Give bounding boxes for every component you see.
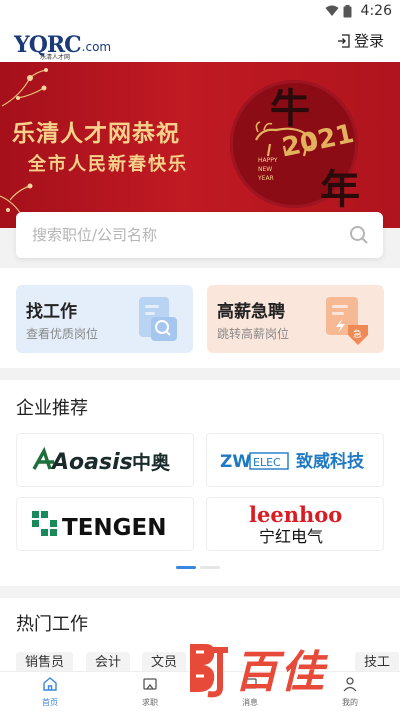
home-icon xyxy=(43,677,57,691)
nav-home-label: 首页 xyxy=(42,698,58,707)
svg-text:TENGEN: TENGEN xyxy=(62,515,167,541)
high-salary-card[interactable]: 高薪急聘 跳转高薪岗位 急 xyxy=(207,285,384,353)
logo-com: .com xyxy=(81,40,112,54)
high-salary-title: 高薪急聘 xyxy=(217,302,285,322)
svg-text:leenhoo: leenhoo xyxy=(249,502,342,527)
find-job-title: 找工作 xyxy=(26,302,77,322)
promo-banner[interactable]: 乐清人才网恭祝 全市人民新春快乐 牛 2021 HAPPY NEW YEAR 年 xyxy=(0,62,400,228)
watermark-logo-icon xyxy=(190,644,228,698)
svg-text:中奥: 中奥 xyxy=(132,451,171,474)
company-logo-tengen[interactable]: TENGEN xyxy=(16,497,194,551)
company-logo-leenhoo[interactable]: leenhoo 宁红电气 xyxy=(206,497,384,551)
svg-text:Aoasis: Aoasis xyxy=(50,450,133,475)
company-logo-aoasis[interactable]: Aoasis 中奥 xyxy=(16,433,194,487)
search-bar xyxy=(16,212,383,258)
logo-subtitle: 乐清人才网 xyxy=(40,54,71,61)
status-time: 4:26 xyxy=(360,3,392,19)
login-icon xyxy=(337,33,350,48)
status-icons xyxy=(325,5,352,18)
find-job-subtitle: 查看优质岗位 xyxy=(26,327,99,341)
aoasis-logo: Aoasis 中奥 xyxy=(32,446,171,475)
svg-text:致威科技: 致威科技 xyxy=(296,451,365,472)
zwelec-logo: ZW ELEC 致威科技 xyxy=(220,451,365,472)
search-icon[interactable] xyxy=(349,225,369,245)
banner-char-bottom: 年 xyxy=(320,166,360,213)
high-salary-subtitle: 跳转高薪岗位 xyxy=(217,327,290,341)
nav-profile[interactable]: 我的 xyxy=(320,676,380,708)
banner-happy-new-year: HAPPY NEW YEAR xyxy=(258,157,278,182)
carousel-dot[interactable] xyxy=(200,566,220,569)
urgent-badge-icon: 急 xyxy=(326,297,368,345)
status-bar: 4:26 xyxy=(0,0,400,22)
tengen-logo: TENGEN xyxy=(32,511,167,541)
banner-headline: 乐清人才网恭祝 xyxy=(12,120,180,147)
quick-actions: 找工作 查看优质岗位 高薪急聘 跳转高薪岗位 急 xyxy=(0,268,400,368)
company-logo-zwelec[interactable]: ZW ELEC 致威科技 xyxy=(206,433,384,487)
nav-home[interactable]: 首页 xyxy=(20,676,80,708)
site-logo[interactable]: YQRC .com 乐清人才网 xyxy=(14,24,112,61)
watermark-text: 百佳 xyxy=(234,647,326,698)
carousel-dot-active[interactable] xyxy=(176,566,196,569)
banner-subheadline: 全市人民新春快乐 xyxy=(28,154,188,175)
leenhoo-logo: leenhoo 宁红电气 xyxy=(249,502,342,546)
document-search-icon xyxy=(139,297,177,341)
watermark: 百佳 xyxy=(186,636,326,700)
app-header: YQRC .com 乐清人才网 登录 xyxy=(0,22,400,62)
nav-job-search-label: 求职 xyxy=(142,698,158,707)
svg-text:ZW: ZW xyxy=(220,452,251,472)
company-recommendations: 企业推荐 Aoasis 中奥 ZW ELEC 致威科技 TENGEN leenh… xyxy=(0,380,400,586)
svg-text:宁红电气: 宁红电气 xyxy=(259,527,323,546)
wifi-icon xyxy=(325,5,339,16)
battery-icon xyxy=(343,5,352,18)
ox-icon xyxy=(255,121,314,157)
user-icon xyxy=(343,677,357,692)
login-label: 登录 xyxy=(353,32,384,50)
briefcase-icon xyxy=(143,678,157,690)
find-job-card[interactable]: 找工作 查看优质岗位 xyxy=(16,285,193,353)
search-input[interactable] xyxy=(32,224,332,246)
svg-text:急: 急 xyxy=(353,328,362,340)
companies-title: 企业推荐 xyxy=(16,398,88,419)
nav-profile-label: 我的 xyxy=(342,698,358,707)
hot-jobs-title: 热门工作 xyxy=(16,614,88,635)
login-button[interactable]: 登录 xyxy=(337,30,384,51)
nav-job-search[interactable]: 求职 xyxy=(120,676,180,708)
svg-text:ELEC: ELEC xyxy=(253,456,281,469)
carousel-indicator xyxy=(176,566,220,569)
